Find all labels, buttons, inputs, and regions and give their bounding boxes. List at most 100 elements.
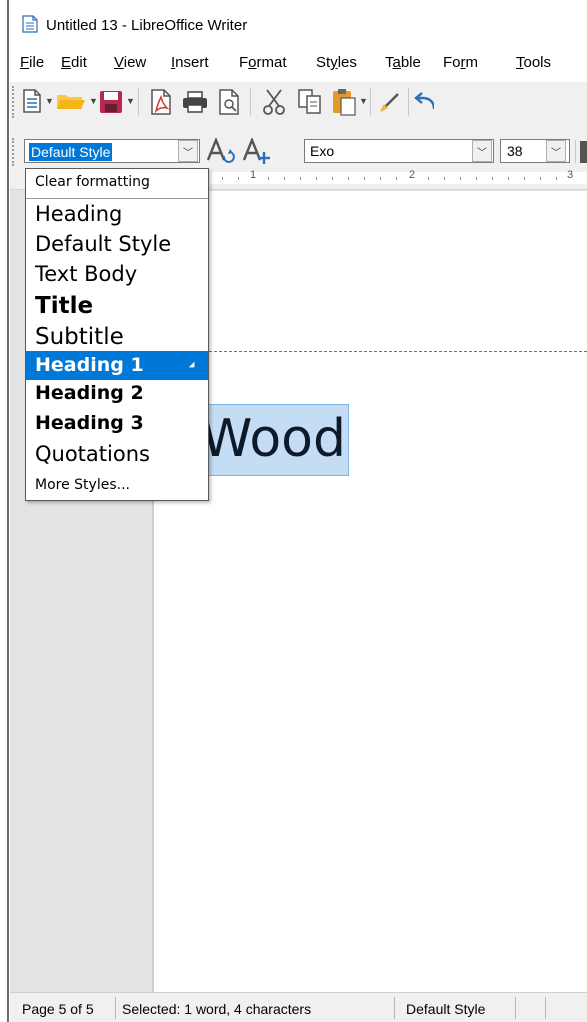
menu-form[interactable]: Form [443,54,478,71]
paragraph-style-dropdown: Clear formatting Heading Default Style T… [25,168,209,501]
status-separator [545,997,546,1019]
menu-table[interactable]: Table [385,54,421,71]
toolbar-separator [408,88,409,116]
menu-insert[interactable]: Insert [171,54,209,71]
menu-view[interactable]: View [114,54,146,71]
ruler-tick [238,177,239,180]
bold-icon[interactable] [580,139,587,165]
ruler-tick [444,177,445,180]
toolbar-separator [250,88,251,116]
status-page-style[interactable]: Default Style [406,1001,485,1017]
cut-icon[interactable] [262,89,286,115]
ruler-tick [508,177,509,180]
paste-icon[interactable] [332,88,356,116]
style-option-heading-1[interactable]: Heading 1 [26,351,208,380]
ruler-label: 3 [567,169,574,181]
open-folder-icon[interactable] [56,91,86,111]
ruler-tick [540,177,541,180]
style-option-title[interactable]: Title [26,293,208,319]
dropdown-divider [26,198,208,199]
title-bar: Untitled 13 - LibreOffice Writer [10,0,587,44]
clone-formatting-icon[interactable] [378,90,402,114]
update-style-icon[interactable] [206,138,236,164]
new-document-icon[interactable] [22,89,42,113]
status-separator [115,997,116,1019]
ruler-tick [428,177,429,180]
ruler-tick [460,177,461,180]
font-size-value[interactable]: 38 [507,143,523,159]
style-option-more-styles[interactable]: More Styles... [26,477,208,493]
style-option-heading-2[interactable]: Heading 2 [26,382,208,404]
status-word-count[interactable]: Selected: 1 word, 4 characters [122,1001,311,1017]
chevron-down-icon: ﹀ [551,147,561,159]
window-title: Untitled 13 - LibreOffice Writer [46,17,248,34]
menu-edit[interactable]: Edit [61,54,87,71]
status-bar: Page 5 of 5 Selected: 1 word, 4 characte… [10,992,587,1022]
style-option-default-style[interactable]: Default Style [26,232,208,256]
font-name-value[interactable]: Exo [310,143,334,159]
print-icon[interactable] [182,91,208,113]
save-dropdown-icon[interactable]: ▼ [126,96,135,106]
ruler-tick [476,177,477,180]
paragraph-style-value[interactable]: Default Style [29,143,113,161]
paste-dropdown-icon[interactable]: ▼ [359,96,368,106]
font-size-dropdown-button[interactable]: ﹀ [546,140,566,162]
print-preview-icon[interactable] [218,89,240,115]
style-option-quotations[interactable]: Quotations [26,442,208,466]
toolbar-grip[interactable] [12,138,16,166]
writer-document-icon [22,15,38,33]
standard-toolbar: ▼ ▼ ▼ ▼ [10,82,587,122]
menu-styles[interactable]: Styles [316,54,357,71]
style-option-heading-1-label: Heading 1 [35,354,144,376]
open-dropdown-icon[interactable]: ▼ [89,96,98,106]
ruler-tick [222,177,223,180]
copy-icon[interactable] [298,89,322,115]
menu-file[interactable]: File [20,54,44,71]
page-break-line [154,351,587,352]
save-icon[interactable] [99,90,123,114]
chevron-down-icon: ﹀ [477,147,487,159]
ruler-tick [348,177,349,180]
paragraph-style-dropdown-button[interactable]: ﹀ [178,140,198,162]
paragraph-style-combobox[interactable]: Default Style [24,139,200,163]
export-pdf-icon[interactable] [150,89,172,115]
new-style-icon[interactable] [242,138,272,164]
writer-window: Untitled 13 - LibreOffice Writer File Ed… [10,0,587,1022]
desktop-edge [0,0,9,1022]
ruler-tick [556,177,557,180]
page-break-indicator [154,349,587,364]
ruler-label: 1 [250,169,257,181]
style-option-heading[interactable]: Heading [26,202,208,226]
status-page-number[interactable]: Page 5 of 5 [22,1001,94,1017]
ruler-tick [380,177,381,180]
chevron-down-icon: ﹀ [183,147,193,159]
style-option-text-body[interactable]: Text Body [26,262,208,286]
menu-bar: File Edit View Insert Format Styles Tabl… [10,44,587,82]
ruler-tick [284,177,285,180]
selected-text[interactable]: Wood [198,404,350,476]
ruler-tick [316,177,317,180]
font-name-dropdown-button[interactable]: ﹀ [472,140,492,162]
ruler-tick [396,177,397,180]
menu-tools[interactable]: Tools [516,54,551,71]
menu-format[interactable]: Format [239,54,287,71]
toolbar-separator [575,140,576,164]
style-option-heading-3[interactable]: Heading 3 [26,412,208,434]
style-option-subtitle[interactable]: Subtitle [26,324,208,350]
toolbar-separator [138,88,139,116]
ruler-tick [300,177,301,180]
new-dropdown-icon[interactable]: ▼ [45,96,54,106]
font-name-combobox[interactable]: Exo [304,139,494,163]
ruler-tick [524,177,525,180]
ruler-tick [268,177,269,180]
submenu-arrow-icon[interactable] [188,361,198,371]
style-option-clear-formatting[interactable]: Clear formatting [26,174,208,190]
status-separator [515,997,516,1019]
toolbar-grip[interactable] [12,86,16,118]
formatting-toolbar: Default Style ﹀ Exo ﹀ 38 ﹀ [10,122,587,166]
ruler-label: 2 [409,169,416,181]
undo-icon[interactable] [414,91,434,113]
ruler-tick [492,177,493,180]
previous-page[interactable] [154,191,587,349]
ruler-tick [364,177,365,180]
